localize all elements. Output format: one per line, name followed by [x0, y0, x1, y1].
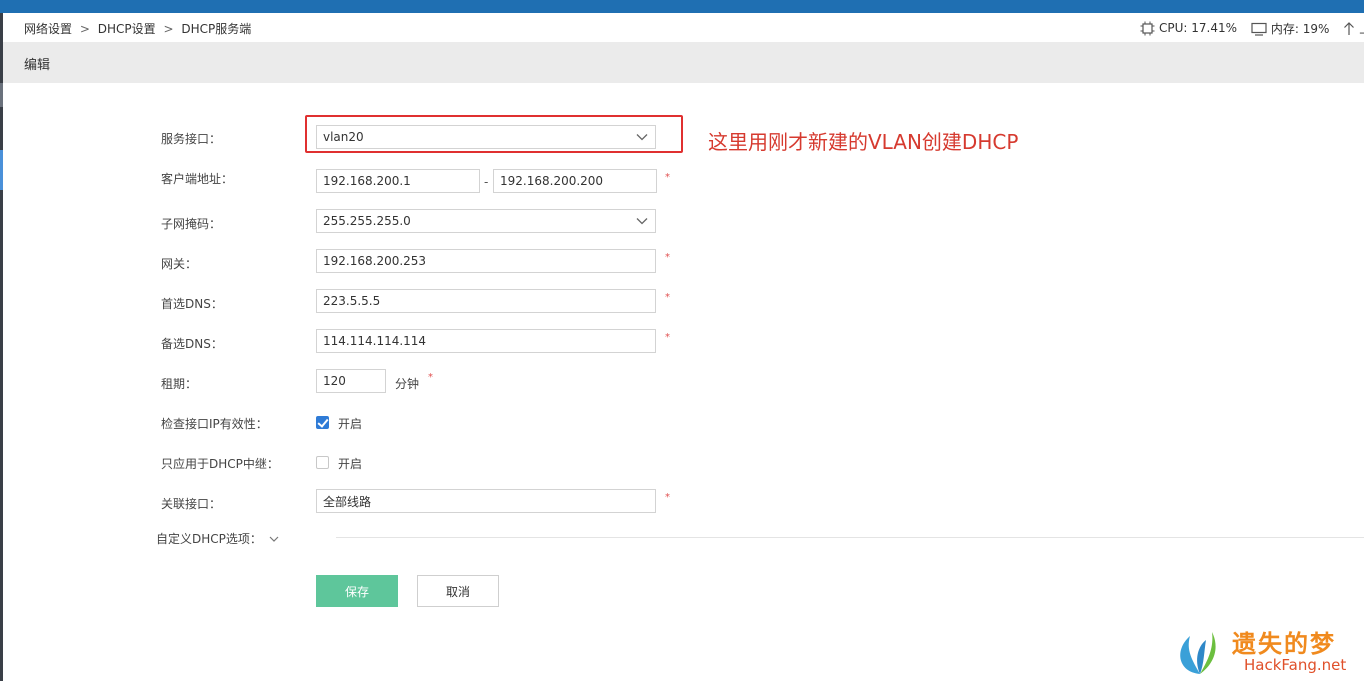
- watermark: 遗失的梦 HackFang.net: [1170, 624, 1360, 681]
- primary-dns-label: 首选DNS：: [161, 297, 223, 311]
- subnet-mask-select[interactable]: 255.255.255.0: [316, 209, 656, 233]
- required-mark: *: [428, 372, 433, 383]
- client-address-start-input[interactable]: [316, 169, 480, 193]
- relay-only-checkbox[interactable]: [316, 456, 329, 469]
- edit-title-bar: 编辑: [3, 42, 1364, 83]
- primary-dns-input[interactable]: [316, 289, 656, 313]
- left-sidebar-active-item: [0, 150, 3, 190]
- watermark-title: 遗失的梦: [1232, 630, 1336, 658]
- annotation-text: 这里用刚才新建的VLAN创建DHCP: [708, 130, 1019, 154]
- breadcrumb-separator: >: [79, 22, 90, 36]
- secondary-dns-label: 备选DNS：: [161, 337, 223, 351]
- chip-icon: [1140, 21, 1155, 35]
- watermark-site: HackFang.net: [1244, 656, 1347, 674]
- leaf-logo-icon: [1180, 632, 1216, 674]
- top-bar: [0, 0, 1364, 13]
- upload-stat-text: 上: [1359, 20, 1364, 37]
- check-ip-checkbox[interactable]: [316, 416, 329, 429]
- memory-stat-text: 内存: 19%: [1270, 22, 1330, 36]
- range-dash: -: [484, 175, 489, 189]
- lease-unit: 分钟: [395, 377, 420, 391]
- required-mark: *: [665, 292, 670, 303]
- cpu-stat-text: CPU: 17.41%: [1159, 21, 1238, 35]
- required-mark: *: [665, 172, 670, 183]
- upload-stat: 上: [1343, 20, 1364, 37]
- breadcrumb-item-network-settings[interactable]: 网络设置: [24, 22, 72, 36]
- required-mark: *: [665, 332, 670, 343]
- breadcrumb-separator: >: [163, 22, 174, 36]
- highlight-box: [305, 115, 683, 153]
- lease-label: 租期：: [161, 377, 198, 391]
- left-sidebar-edge: [0, 13, 3, 681]
- chevron-down-icon: [636, 218, 648, 225]
- check-ip-label: 检查接口IP有效性：: [161, 417, 268, 431]
- client-address-end-input[interactable]: [493, 169, 657, 193]
- custom-dhcp-options-toggle[interactable]: 自定义DHCP选项：: [156, 530, 280, 547]
- subnet-mask-value: 255.255.255.0: [323, 214, 411, 228]
- monitor-icon: [1251, 22, 1267, 36]
- arrow-up-icon: [1344, 21, 1355, 35]
- service-interface-label: 服务接口：: [161, 132, 222, 146]
- custom-dhcp-options-label: 自定义DHCP选项：: [156, 532, 262, 546]
- cancel-button[interactable]: 取消: [417, 575, 499, 607]
- breadcrumb-item-dhcp-settings[interactable]: DHCP设置: [98, 22, 156, 36]
- linked-interface-label: 关联接口：: [161, 497, 222, 511]
- cpu-stat: CPU: 17.41%: [1140, 21, 1237, 36]
- section-divider: [336, 537, 1364, 538]
- edit-title: 编辑: [24, 58, 51, 73]
- lease-input[interactable]: [316, 369, 386, 393]
- secondary-dns-input[interactable]: [316, 329, 656, 353]
- linked-interface-input[interactable]: [316, 489, 656, 513]
- breadcrumb-item-dhcp-server: DHCP服务端: [181, 22, 252, 36]
- chevron-down-icon: [269, 536, 279, 542]
- relay-only-option-label: 开启: [338, 457, 363, 471]
- left-sidebar-edge-item: [0, 83, 3, 107]
- check-ip-option-label: 开启: [338, 417, 363, 431]
- memory-stat: 内存: 19%: [1251, 20, 1330, 37]
- gateway-input[interactable]: [316, 249, 656, 273]
- save-button[interactable]: 保存: [316, 575, 398, 607]
- gateway-label: 网关：: [161, 257, 198, 271]
- required-mark: *: [665, 252, 670, 263]
- required-mark: *: [665, 492, 670, 503]
- subnet-mask-label: 子网掩码：: [161, 217, 222, 231]
- breadcrumb: 网络设置 > DHCP设置 > DHCP服务端: [24, 20, 251, 37]
- system-stats: CPU: 17.41% 内存: 19% 上: [1140, 20, 1364, 39]
- relay-only-label: 只应用于DHCP中继：: [161, 457, 279, 471]
- client-address-label: 客户端地址：: [161, 172, 234, 186]
